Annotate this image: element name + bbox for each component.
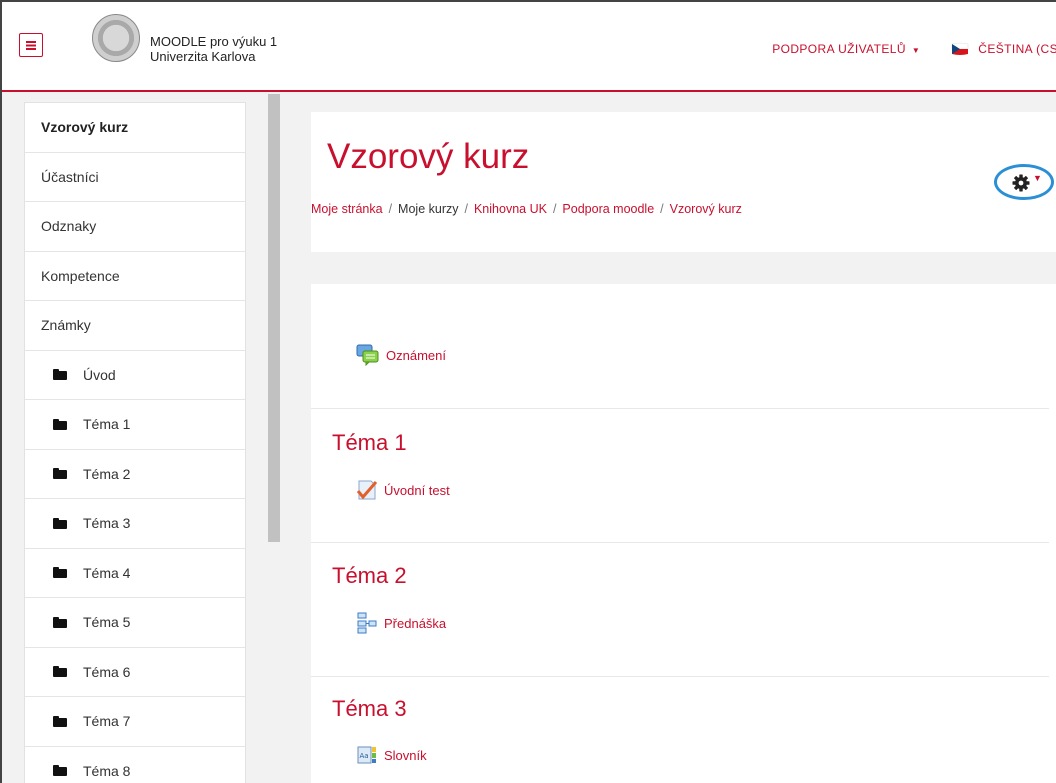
page-title: Vzorový kurz (327, 137, 530, 176)
language-menu[interactable]: ČEŠTINA (CS (978, 42, 1056, 56)
folder-icon (53, 616, 67, 628)
folder-icon (53, 715, 67, 727)
folder-icon (53, 567, 67, 579)
sidebar-item-label: Téma 3 (83, 515, 131, 532)
sidebar-item-label: Téma 1 (83, 416, 131, 433)
breadcrumb: Moje stránka / Moje kurzy / Knihovna UK … (311, 202, 742, 216)
forum-icon (356, 344, 379, 366)
sidebar-item-grades[interactable]: Známky (25, 301, 245, 351)
announcements-activity[interactable]: Oznámení (356, 344, 446, 366)
folder-icon (53, 765, 67, 777)
activity-link: Slovník (384, 747, 427, 763)
sidebar-item-competencies[interactable]: Kompetence (25, 252, 245, 301)
section-title[interactable]: Téma 3 (332, 696, 407, 722)
activity-link: Oznámení (386, 347, 446, 363)
sidebar-item-topic-5[interactable]: Téma 5 (25, 598, 245, 648)
folder-icon (53, 369, 67, 381)
sidebar-item-course[interactable]: Vzorový kurz (25, 103, 245, 153)
sidebar-item-topic-6[interactable]: Téma 6 (25, 648, 245, 697)
sidebar-item-topic-3[interactable]: Téma 3 (25, 499, 245, 549)
sidebar-item-topic-4[interactable]: Téma 4 (25, 549, 245, 598)
section-divider (311, 676, 1049, 677)
sidebar-item-intro[interactable]: Úvod (25, 351, 245, 400)
folder-icon (53, 418, 67, 430)
breadcrumb-separator: / (464, 202, 468, 216)
gear-icon (1012, 174, 1030, 192)
site-title[interactable]: MOODLE pro výuku 1 Univerzita Karlova (150, 34, 277, 64)
breadcrumb-separator: / (388, 202, 393, 216)
folder-icon (53, 666, 67, 678)
breadcrumb-library[interactable]: Knihovna UK (474, 202, 547, 216)
browser-frame: MOODLE pro výuku 1 Univerzita Karlova PO… (0, 0, 1056, 783)
sidebar-item-label: Téma 6 (83, 663, 131, 680)
navbar-right: PODPORA UŽIVATELŮ ▼ ČEŠTINA (CS (772, 42, 1056, 56)
sidebar-item-label: Známky (41, 317, 91, 334)
breadcrumb-separator: / (552, 202, 557, 216)
section-title[interactable]: Téma 1 (332, 430, 407, 456)
sidebar-item-label: Téma 4 (83, 564, 131, 581)
sidebar-item-topic-7[interactable]: Téma 7 (25, 697, 245, 747)
sidebar-item-topic-8[interactable]: Téma 8 (25, 747, 245, 783)
sidebar-scrollbar[interactable] (268, 94, 280, 542)
course-navigation-sidebar: Vzorový kurz Účastníci Odznaky Kompetenc… (24, 102, 246, 783)
course-content: Oznámení Téma 1 Úvodní test Téma 2 Předn… (311, 284, 1056, 783)
university-seal-logo[interactable] (92, 14, 140, 62)
site-name: MOODLE pro výuku 1 (150, 34, 278, 49)
section-title[interactable]: Téma 2 (332, 563, 407, 589)
hamburger-menu-button[interactable] (19, 33, 43, 57)
czech-flag-icon (950, 42, 970, 56)
sidebar-item-badges[interactable]: Odznaky (25, 202, 245, 252)
folder-icon (53, 468, 67, 480)
sidebar-item-label: Téma 7 (83, 713, 131, 730)
sidebar-item-label: Téma 2 (83, 465, 131, 482)
activity-link: Úvodní test (384, 482, 450, 498)
folder-icon (53, 517, 67, 529)
top-navbar: MOODLE pro výuku 1 Univerzita Karlova PO… (2, 2, 1056, 92)
course-settings-menu[interactable]: ▼ (994, 164, 1054, 200)
breadcrumb-separator: / (660, 202, 664, 216)
sidebar-item-label: Téma 8 (83, 762, 131, 779)
breadcrumb-my-courses: Moje kurzy (398, 202, 459, 216)
sidebar-item-label: Kompetence (41, 267, 120, 284)
svg-text:Aa: Aa (360, 752, 369, 760)
breadcrumb-my-page[interactable]: Moje stránka (311, 202, 383, 216)
sidebar-item-label: Úvod (83, 366, 116, 383)
caret-down-icon: ▼ (911, 46, 921, 55)
section-divider (311, 408, 1049, 409)
sidebar-item-label: Téma 5 (83, 614, 131, 631)
caret-down-icon: ▼ (1033, 173, 1042, 183)
support-menu-label: PODPORA UŽIVATELŮ (772, 42, 906, 56)
quiz-activity[interactable]: Úvodní test (356, 479, 450, 501)
breadcrumb-support[interactable]: Podpora moodle (562, 202, 654, 216)
university-name: Univerzita Karlova (150, 49, 256, 64)
lesson-icon (357, 612, 377, 634)
lesson-activity[interactable]: Přednáška (356, 612, 446, 634)
quiz-icon (356, 480, 378, 500)
course-header: Vzorový kurz ▼ Moje stránka / Moje kurzy… (311, 112, 1056, 252)
sidebar-item-label: Vzorový kurz (41, 119, 129, 136)
glossary-icon: Aa (357, 746, 376, 764)
sidebar-item-participants[interactable]: Účastníci (25, 153, 245, 202)
sidebar-item-label: Odznaky (41, 218, 97, 235)
sidebar-item-topic-2[interactable]: Téma 2 (25, 450, 245, 499)
breadcrumb-course[interactable]: Vzorový kurz (670, 202, 742, 216)
hamburger-icon (26, 40, 36, 50)
support-menu[interactable]: PODPORA UŽIVATELŮ ▼ (772, 42, 920, 56)
sidebar-item-topic-1[interactable]: Téma 1 (25, 400, 245, 450)
activity-link: Přednáška (384, 615, 447, 631)
section-divider (311, 542, 1049, 543)
sidebar-item-label: Účastníci (41, 168, 99, 185)
glossary-activity[interactable]: Aa Slovník (356, 744, 427, 766)
